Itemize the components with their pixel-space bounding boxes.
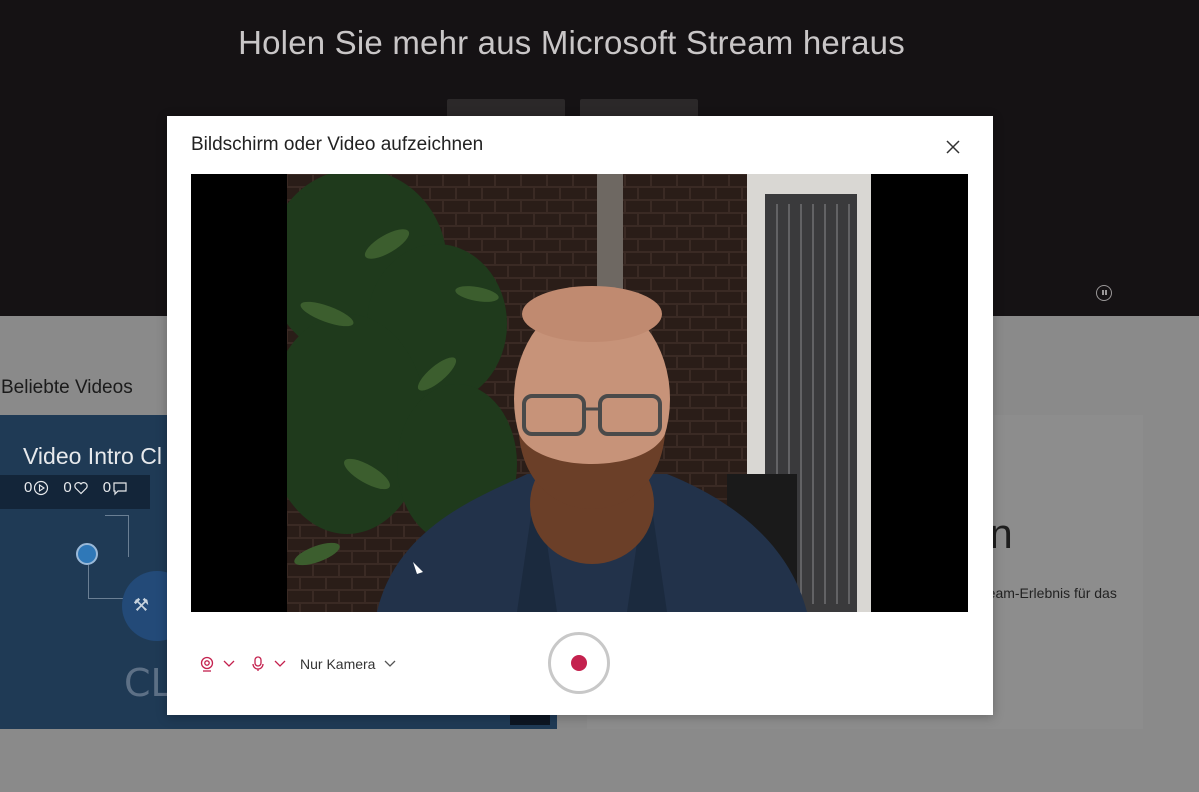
- likes-stat: 0: [63, 479, 88, 496]
- camera-preview: [191, 174, 968, 612]
- mode-select[interactable]: Nur Kamera: [300, 656, 397, 672]
- camera-image: [287, 174, 871, 612]
- recording-controls: Nur Kamera: [167, 626, 993, 706]
- video-card-stats: 0 0 0: [24, 479, 128, 496]
- play-icon: [34, 480, 49, 495]
- diagram-line: [105, 515, 129, 557]
- comments-stat: 0: [103, 479, 128, 496]
- tools-icon: ⚒: [133, 595, 150, 615]
- views-count: 0: [24, 479, 33, 496]
- promo-text: ream-Erlebnis für das: [983, 585, 1117, 601]
- camera-select[interactable]: [199, 656, 236, 672]
- microphone-select[interactable]: [251, 656, 287, 672]
- pause-icon[interactable]: [1096, 285, 1112, 301]
- likes-count: 0: [63, 479, 72, 496]
- chevron-down-icon: [385, 660, 396, 667]
- diagram-node: [76, 543, 98, 565]
- record-icon: [571, 655, 587, 671]
- heart-icon: [73, 481, 88, 494]
- record-dialog: Bildschirm oder Video aufzeichnen Nur Ka…: [167, 116, 993, 715]
- comment-icon: [113, 481, 127, 495]
- close-icon: [946, 140, 960, 154]
- video-card-title[interactable]: Video Intro Cl: [23, 443, 162, 470]
- microphone-icon: [252, 656, 264, 671]
- comments-count: 0: [102, 479, 112, 496]
- section-title: Beliebte Videos: [1, 377, 133, 398]
- record-button[interactable]: [548, 632, 610, 694]
- video-overlay-text: CL: [124, 661, 172, 705]
- hero-title: Holen Sie mehr aus Microsoft Stream hera…: [238, 24, 905, 61]
- close-button[interactable]: [942, 136, 964, 158]
- diagram-line: [88, 565, 128, 599]
- webcam-icon: [200, 656, 214, 672]
- chevron-down-icon: [274, 660, 286, 667]
- views-stat: 0: [24, 479, 49, 496]
- camera-feed: [287, 174, 871, 612]
- dialog-title: Bildschirm oder Video aufzeichnen: [191, 134, 484, 155]
- mode-label: Nur Kamera: [300, 656, 376, 672]
- chevron-down-icon: [223, 660, 235, 667]
